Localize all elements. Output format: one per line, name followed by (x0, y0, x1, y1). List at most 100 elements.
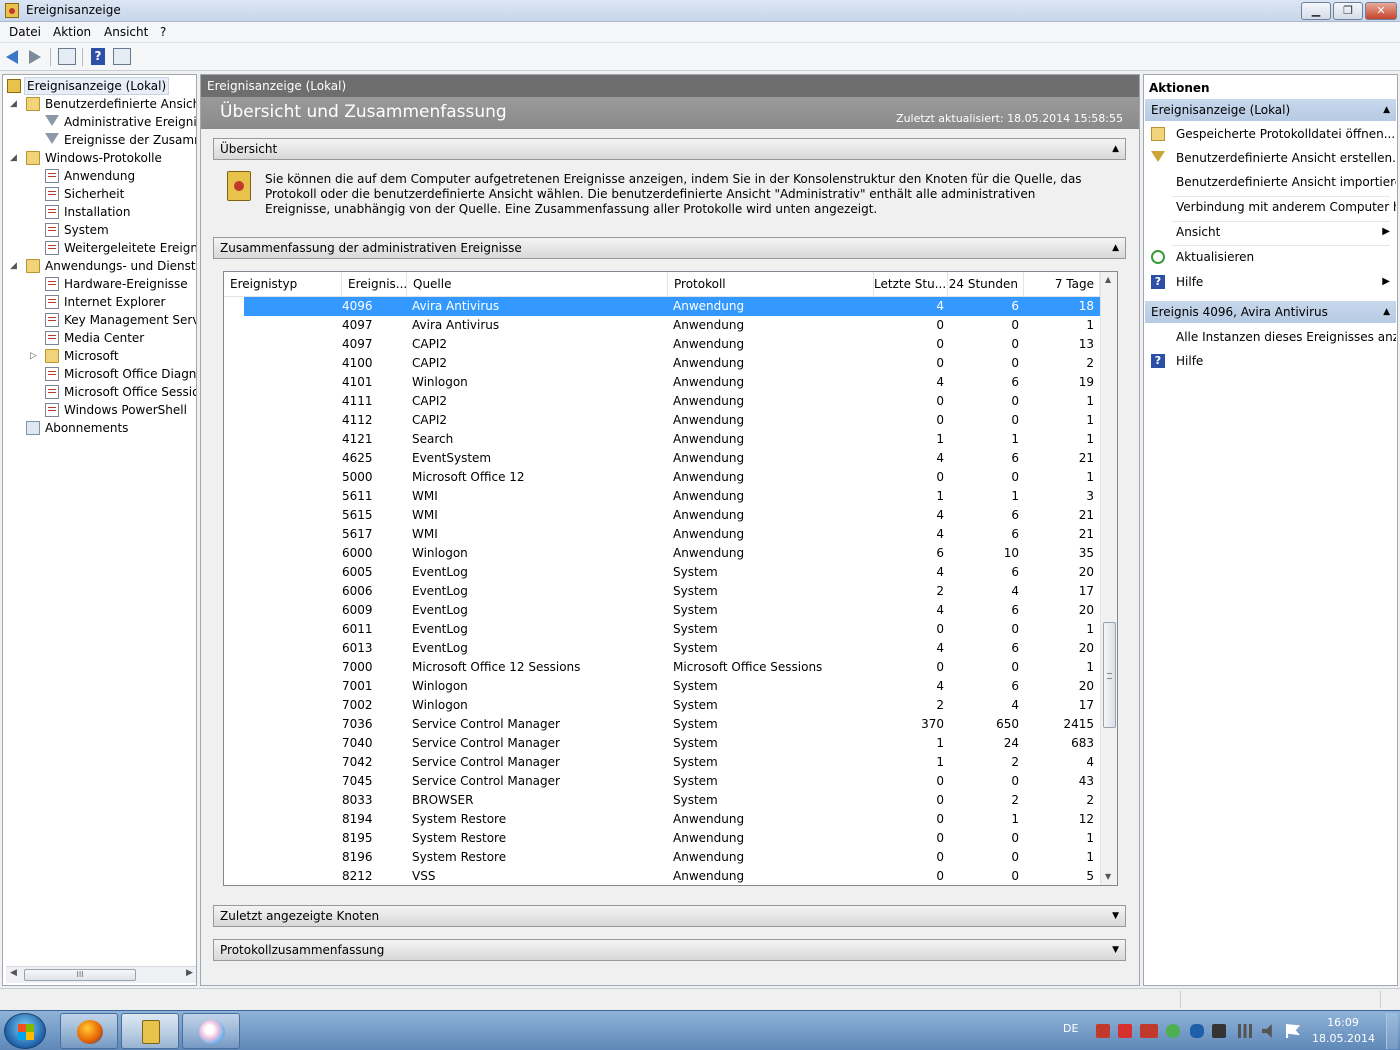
column-header-source[interactable]: Quelle (407, 272, 668, 297)
tree-item-microsoft[interactable]: Microsoft (45, 347, 196, 365)
menu-datei[interactable]: Datei (9, 25, 41, 39)
column-header-24-hours[interactable]: 24 Stunden (948, 272, 1024, 297)
back-button[interactable] (3, 47, 23, 67)
collapse-triangle-icon[interactable]: ◢ (10, 99, 17, 109)
table-row[interactable]: 6009 EventLog System 4 6 20 (224, 601, 1100, 620)
tree-item-hardware-events[interactable]: Hardware-Ereignisse (45, 275, 196, 293)
table-row[interactable]: 8212 VSS Anwendung 0 0 5 (224, 867, 1100, 885)
column-header-event-type[interactable]: Ereignistyp (224, 272, 342, 297)
usb-icon[interactable] (1212, 1024, 1226, 1038)
section-overview-header[interactable]: Übersicht ▲ (213, 138, 1126, 160)
action-center-flag-icon[interactable] (1286, 1024, 1300, 1038)
show-desktop-button[interactable] (1386, 1013, 1398, 1049)
action-view[interactable]: Ansicht ▶ (1145, 220, 1396, 244)
forward-button[interactable] (25, 47, 45, 67)
table-row[interactable]: 7000 Microsoft Office 12 Sessions Microsof… (224, 658, 1100, 677)
scroll-down-icon[interactable]: ▼ (1105, 872, 1111, 881)
network-icon[interactable] (1238, 1024, 1252, 1038)
security-icon[interactable] (1166, 1024, 1180, 1038)
tree-item-office-sessions[interactable]: Microsoft Office Sessions (45, 383, 196, 401)
table-row[interactable]: 4100 CAPI2 Anwendung 0 0 2 (224, 354, 1100, 373)
table-vertical-scrollbar[interactable]: ▲ ▼ (1100, 272, 1117, 885)
tree-item-security[interactable]: Sicherheit (45, 185, 196, 203)
taskbar-app-event-viewer[interactable] (121, 1013, 179, 1049)
table-row[interactable]: 8196 System Restore Anwendung 0 0 1 (224, 848, 1100, 867)
column-header-event-id[interactable]: Ereignis... (342, 272, 407, 297)
actions-group-event[interactable]: Ereignis 4096, Avira Antivirus ▲ (1145, 301, 1396, 323)
table-row[interactable]: 4101 Winlogon Anwendung 4 6 19 (224, 373, 1100, 392)
close-button[interactable]: ✕ (1365, 2, 1397, 20)
tree-item-summary-events[interactable]: Ereignisse der Zusammenfassung (45, 131, 196, 149)
menu-help[interactable]: ? (160, 25, 166, 39)
tree-item-app-service-logs[interactable]: Anwendungs- und Dienstprotokolle (26, 257, 196, 275)
table-row[interactable]: 7036 Service Control Manager System 370 650 2… (224, 715, 1100, 734)
action-refresh[interactable]: Aktualisieren (1145, 245, 1396, 269)
table-row[interactable]: 7045 Service Control Manager System 0 0 43 (224, 772, 1100, 791)
tree-item-internet-explorer[interactable]: Internet Explorer (45, 293, 196, 311)
tree-item-key-management-service[interactable]: Key Management Service (45, 311, 196, 329)
table-row[interactable]: 8195 System Restore Anwendung 0 0 1 (224, 829, 1100, 848)
table-row[interactable]: 7001 Winlogon System 4 6 20 (224, 677, 1100, 696)
action-create-custom-view[interactable]: Benutzerdefinierte Ansicht erstellen... (1145, 146, 1396, 170)
table-row[interactable]: 4111 CAPI2 Anwendung 0 0 1 (224, 392, 1100, 411)
action-open-saved-log[interactable]: Gespeicherte Protokolldatei öffnen... (1145, 122, 1396, 146)
tree-item-forwarded-events[interactable]: Weitergeleitete Ereignisse (45, 239, 196, 257)
table-row[interactable]: 7002 Winlogon System 2 4 17 (224, 696, 1100, 715)
help-button[interactable]: ? (88, 47, 108, 67)
column-header-log[interactable]: Protokoll (668, 272, 874, 297)
scrollbar-thumb[interactable] (1103, 622, 1116, 728)
table-row[interactable]: 4096 Avira Antivirus Anwendung 4 6 18 (224, 297, 1100, 316)
column-header-7-days[interactable]: 7 Tage (1024, 272, 1100, 297)
tree-item-root[interactable]: Ereignisanzeige (Lokal) (7, 77, 196, 95)
menu-ansicht[interactable]: Ansicht (104, 25, 148, 39)
language-indicator[interactable]: DE (1063, 1022, 1078, 1035)
column-header-last-hour[interactable]: Letzte Stu... (874, 272, 948, 297)
tree-item-windows-logs[interactable]: Windows-Protokolle (26, 149, 196, 167)
scroll-left-icon[interactable]: ◀ (10, 968, 17, 978)
table-row[interactable]: 5000 Microsoft Office 12 Anwendung 0 0 1 (224, 468, 1100, 487)
tree-horizontal-scrollbar[interactable]: ◀ III ▶ (6, 966, 196, 983)
table-row[interactable]: 7040 Service Control Manager System 1 24 683 (224, 734, 1100, 753)
tree-item-setup[interactable]: Installation (45, 203, 196, 221)
tree-item-media-center[interactable]: Media Center (45, 329, 196, 347)
actions-group-event-viewer[interactable]: Ereignisanzeige (Lokal) ▲ (1145, 99, 1396, 121)
start-button[interactable] (4, 1013, 46, 1049)
tree-item-subscriptions[interactable]: Abonnements (26, 419, 196, 437)
tree-item-office-diagnostics[interactable]: Microsoft Office Diagnostics (45, 365, 196, 383)
table-row[interactable]: 4121 Search Anwendung 1 1 1 (224, 430, 1100, 449)
expand-triangle-icon[interactable]: ▷ (30, 351, 37, 361)
table-row[interactable]: 6005 EventLog System 4 6 20 (224, 563, 1100, 582)
volume-icon[interactable] (1262, 1024, 1272, 1038)
action-connect-computer[interactable]: Verbindung mit anderem Computer herstell… (1145, 195, 1396, 219)
action-import-custom-view[interactable]: Benutzerdefinierte Ansicht importieren..… (1145, 170, 1396, 194)
table-row[interactable]: 5617 WMI Anwendung 4 6 21 (224, 525, 1100, 544)
menu-aktion[interactable]: Aktion (53, 25, 91, 39)
table-row[interactable]: 7042 Service Control Manager System 1 2 4 (224, 753, 1100, 772)
table-row[interactable]: 8033 BROWSER System 0 2 2 (224, 791, 1100, 810)
tree-item-system[interactable]: System (45, 221, 196, 239)
section-admin-summary-header[interactable]: Zusammenfassung der administrativen Erei… (213, 237, 1126, 259)
table-row[interactable]: 6011 EventLog System 0 0 1 (224, 620, 1100, 639)
taskbar-clock[interactable]: 16:09 18.05.2014 (1312, 1015, 1375, 1047)
action-event-help[interactable]: ? Hilfe (1145, 349, 1396, 373)
bluetooth-icon[interactable] (1190, 1024, 1204, 1038)
tree-item-application[interactable]: Anwendung (45, 167, 196, 185)
ati-icon[interactable] (1140, 1024, 1158, 1038)
collapse-triangle-icon[interactable]: ◢ (10, 153, 17, 163)
minimize-button[interactable]: ▁ (1301, 2, 1331, 20)
taskbar-app-paint[interactable] (182, 1013, 240, 1049)
action-help[interactable]: ? Hilfe ▶ (1145, 270, 1396, 294)
table-row[interactable]: 6013 EventLog System 4 6 20 (224, 639, 1100, 658)
scroll-up-icon[interactable]: ▲ (1105, 275, 1111, 284)
section-recent-nodes-header[interactable]: Zuletzt angezeigte Knoten ▼ (213, 905, 1126, 927)
table-row[interactable]: 5611 WMI Anwendung 1 1 3 (224, 487, 1100, 506)
taskbar-app-firefox[interactable] (60, 1013, 118, 1049)
collapse-triangle-icon[interactable]: ◢ (10, 261, 17, 271)
maximize-button[interactable]: ❐ (1333, 2, 1363, 20)
action-show-all-instances[interactable]: Alle Instanzen dieses Ereignisses anzeig… (1145, 325, 1396, 349)
table-row[interactable]: 4097 Avira Antivirus Anwendung 0 0 1 (224, 316, 1100, 335)
table-row[interactable]: 5615 WMI Anwendung 4 6 21 (224, 506, 1100, 525)
acrobat-icon[interactable] (1096, 1024, 1110, 1038)
table-row[interactable]: 4097 CAPI2 Anwendung 0 0 13 (224, 335, 1100, 354)
table-row[interactable]: 4112 CAPI2 Anwendung 0 0 1 (224, 411, 1100, 430)
